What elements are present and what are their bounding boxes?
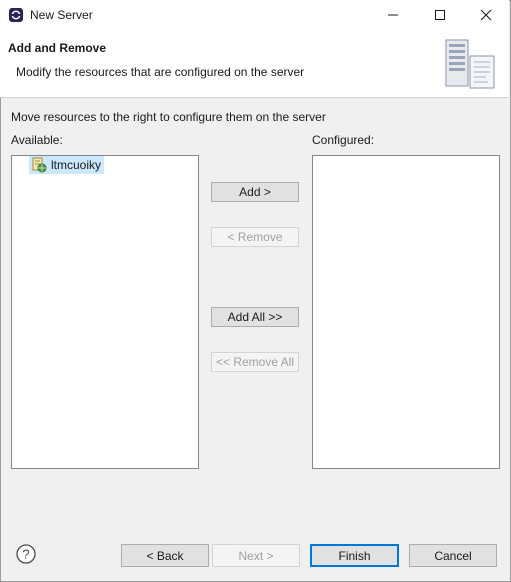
- close-button[interactable]: [463, 0, 509, 30]
- eclipse-app-icon: [9, 8, 23, 22]
- instruction-text: Move resources to the right to configure…: [11, 110, 326, 124]
- maximize-button[interactable]: [417, 0, 463, 30]
- cancel-button[interactable]: Cancel: [409, 544, 497, 567]
- server-graphic-icon: [445, 39, 495, 89]
- configured-list[interactable]: [312, 155, 500, 469]
- remove-button[interactable]: < Remove: [211, 227, 299, 247]
- minimize-icon: [388, 14, 398, 16]
- configured-label: Configured:: [312, 133, 375, 147]
- page-title: Add and Remove: [8, 41, 107, 55]
- close-icon: [480, 9, 492, 21]
- web-project-icon: [32, 157, 47, 173]
- page-description: Modify the resources that are configured…: [16, 65, 305, 79]
- back-button[interactable]: < Back: [121, 544, 209, 567]
- next-button[interactable]: Next >: [212, 544, 300, 567]
- add-button[interactable]: Add >: [211, 182, 299, 202]
- available-list[interactable]: [11, 155, 199, 469]
- add-all-button[interactable]: Add All >>: [211, 307, 299, 327]
- minimize-button[interactable]: [370, 0, 416, 30]
- list-item[interactable]: ltmcuoiky: [29, 156, 105, 174]
- list-item-selection: ltmcuoiky: [29, 156, 105, 174]
- maximize-icon: [435, 10, 445, 20]
- title-bar: New Server: [0, 0, 509, 30]
- svg-text:?: ?: [22, 547, 29, 562]
- remove-all-button[interactable]: << Remove All: [211, 352, 299, 372]
- window-title: New Server: [30, 8, 93, 22]
- available-label: Available:: [11, 133, 63, 147]
- list-item-label: ltmcuoiky: [51, 158, 102, 172]
- finish-button[interactable]: Finish: [310, 544, 399, 567]
- help-icon[interactable]: ?: [16, 544, 36, 564]
